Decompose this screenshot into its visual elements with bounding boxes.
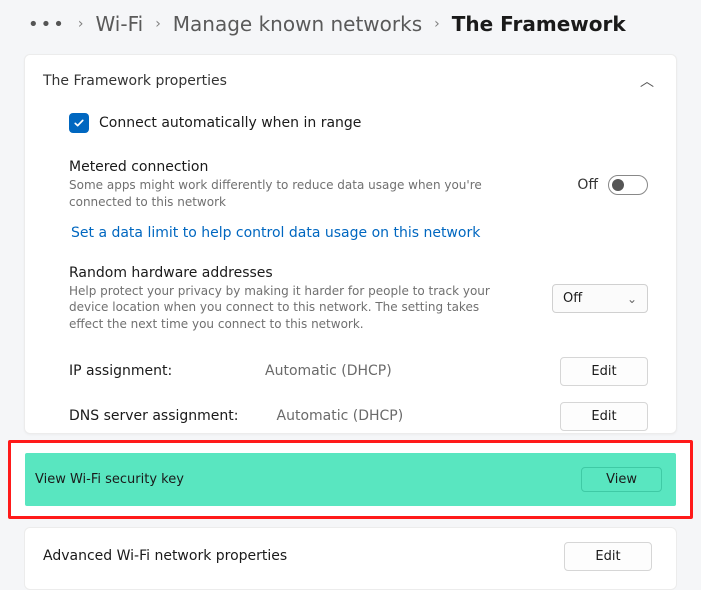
chevron-up-icon: ︿ <box>640 71 654 91</box>
properties-panel-body: Connect automatically when in range Mete… <box>25 113 676 433</box>
security-key-highlight: View Wi-Fi security key View <box>8 440 693 519</box>
ip-assignment-key: IP assignment: <box>69 363 227 379</box>
data-limit-link[interactable]: Set a data limit to help control data us… <box>25 219 676 257</box>
ip-assignment-row: IP assignment: Automatic (DHCP) Edit <box>25 349 676 394</box>
random-hw-dropdown[interactable]: Off ⌄ <box>552 284 648 313</box>
chevron-down-icon: ⌄ <box>627 292 637 306</box>
breadcrumb-current: The Framework <box>452 12 626 36</box>
dns-assignment-row: DNS server assignment: Automatic (DHCP) … <box>25 394 676 433</box>
security-key-view-button[interactable]: View <box>581 467 662 492</box>
metered-connection-row: Metered connection Some apps might work … <box>25 151 676 219</box>
random-hw-subtitle: Help protect your privacy by making it h… <box>69 283 499 333</box>
advanced-properties-edit-button[interactable]: Edit <box>564 542 652 571</box>
ip-assignment-value: Automatic (DHCP) <box>265 363 392 379</box>
advanced-properties-label: Advanced Wi-Fi network properties <box>43 548 287 564</box>
breadcrumb-more-icon[interactable]: ••• <box>28 14 66 35</box>
advanced-properties-panel: Advanced Wi-Fi network properties Edit <box>24 527 677 590</box>
breadcrumb-manage-networks[interactable]: Manage known networks <box>173 12 422 36</box>
auto-connect-label: Connect automatically when in range <box>99 115 361 131</box>
auto-connect-row: Connect automatically when in range <box>25 113 676 151</box>
random-hw-row: Random hardware addresses Help protect y… <box>25 257 676 341</box>
toggle-knob <box>612 179 624 191</box>
breadcrumb: ••• › Wi-Fi › Manage known networks › Th… <box>0 0 701 54</box>
chevron-right-icon: › <box>155 16 161 32</box>
security-key-label: View Wi-Fi security key <box>35 472 184 487</box>
panel-title: The Framework properties <box>43 73 227 89</box>
metered-title: Metered connection <box>69 159 499 175</box>
dns-assignment-value: Automatic (DHCP) <box>277 408 404 424</box>
chevron-right-icon: › <box>78 16 84 32</box>
auto-connect-checkbox[interactable] <box>69 113 89 133</box>
dns-assignment-edit-button[interactable]: Edit <box>560 402 648 431</box>
metered-toggle-wrap: Off <box>577 175 648 195</box>
metered-toggle-label: Off <box>577 177 598 193</box>
check-icon <box>73 117 85 129</box>
chevron-right-icon: › <box>434 16 440 32</box>
security-key-row: View Wi-Fi security key View <box>25 453 676 506</box>
metered-subtitle: Some apps might work differently to redu… <box>69 177 499 211</box>
random-hw-title: Random hardware addresses <box>69 265 499 281</box>
breadcrumb-wifi[interactable]: Wi-Fi <box>95 12 143 36</box>
ip-assignment-edit-button[interactable]: Edit <box>560 357 648 386</box>
properties-panel: The Framework properties ︿ Connect autom… <box>24 54 677 434</box>
random-hw-dropdown-value: Off <box>563 291 582 306</box>
metered-toggle[interactable] <box>608 175 648 195</box>
dns-assignment-key: DNS server assignment: <box>69 408 239 424</box>
properties-panel-header[interactable]: The Framework properties ︿ <box>25 55 676 113</box>
